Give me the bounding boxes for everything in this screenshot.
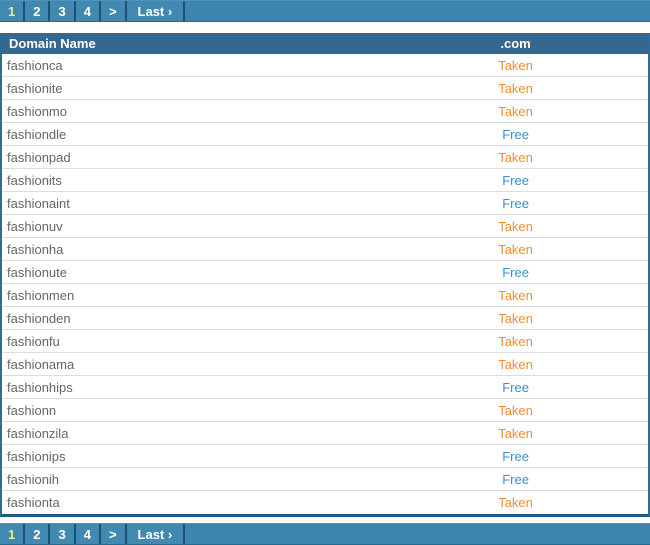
table-row: fashionih Free xyxy=(2,468,648,491)
page-button-2[interactable]: 2 xyxy=(25,524,51,544)
domain-name-cell: fashionta xyxy=(7,495,60,510)
table-row: fashionmo Taken xyxy=(2,100,648,123)
domain-name-cell: fashionuv xyxy=(7,218,63,234)
status-cell: Taken xyxy=(498,495,533,510)
current-page-indicator: 1 xyxy=(0,524,26,544)
domain-name-cell: fashionmen xyxy=(7,287,75,303)
table-row: fashionhips Free xyxy=(2,376,648,399)
status-cell: Taken xyxy=(498,103,533,119)
table-row: fashionfu Taken xyxy=(2,330,648,353)
status-cell[interactable]: Free xyxy=(383,449,648,464)
table-body: fashionca Taken fashionite Taken fashion… xyxy=(2,54,648,514)
current-page-indicator: 1 xyxy=(0,1,26,21)
domain-name-cell: fashionips xyxy=(7,448,66,464)
table-row: fashionca Taken xyxy=(2,54,648,77)
status-cell: Taken xyxy=(498,241,533,257)
table-row: fashionden Taken xyxy=(2,307,648,330)
table-row: fashionama Taken xyxy=(2,353,648,376)
table-row: fashionute Free xyxy=(2,261,648,284)
status-cell[interactable]: Free xyxy=(383,127,648,142)
status-cell: Taken xyxy=(498,402,533,418)
table-row: fashiondle Free xyxy=(2,123,648,146)
page-button-4[interactable]: 4 xyxy=(75,524,101,544)
domain-name-cell: fashionden xyxy=(7,310,71,326)
last-page-button[interactable]: Last › xyxy=(126,524,186,544)
pagination-filler xyxy=(185,1,650,21)
table-row: fashionn Taken xyxy=(2,399,648,422)
status-cell[interactable]: Free xyxy=(383,265,648,280)
domain-name-cell: fashionih xyxy=(7,471,60,487)
domain-name-cell: fashiondle xyxy=(7,126,67,142)
status-cell: Taken xyxy=(498,356,533,372)
status-cell[interactable]: Free xyxy=(383,196,648,211)
status-cell[interactable]: Free xyxy=(383,380,648,395)
table-row: fashionmen Taken xyxy=(2,284,648,307)
table-row: fashionta Taken xyxy=(2,491,648,514)
status-cell[interactable]: Free xyxy=(383,472,648,487)
table-row: fashionips Free xyxy=(2,445,648,468)
status-cell: Taken xyxy=(498,287,533,303)
column-header-domain-name: Domain Name xyxy=(9,36,96,51)
column-header-com: .com xyxy=(500,36,531,51)
table-row: fashionpad Taken xyxy=(2,146,648,169)
domain-name-cell: fashionhips xyxy=(7,379,73,395)
table-row: fashionuv Taken xyxy=(2,215,648,238)
domain-name-cell: fashionca xyxy=(7,57,63,73)
status-cell: Taken xyxy=(498,310,533,326)
pagination-filler xyxy=(185,524,650,544)
domain-name-cell: fashionpad xyxy=(7,149,71,165)
domain-name-cell: fashionha xyxy=(7,241,64,257)
domain-name-cell: fashionn xyxy=(7,402,57,418)
next-page-button[interactable]: > xyxy=(100,524,127,544)
status-cell: Taken xyxy=(498,149,533,165)
table-header: Domain Name .com xyxy=(2,33,648,54)
domain-name-cell: fashionute xyxy=(7,264,67,280)
page-button-2[interactable]: 2 xyxy=(25,1,51,21)
table-row: fashionits Free xyxy=(2,169,648,192)
status-cell: Taken xyxy=(498,333,533,349)
last-page-button[interactable]: Last › xyxy=(126,1,186,21)
page-button-3[interactable]: 3 xyxy=(50,524,76,544)
pagination-bottom: 1 2 3 4 > Last › xyxy=(0,523,650,545)
domain-name-cell: fashionite xyxy=(7,80,63,96)
status-cell: Taken xyxy=(498,218,533,234)
next-page-button[interactable]: > xyxy=(100,1,127,21)
domain-table: Domain Name .com fashionca Taken fashion… xyxy=(0,33,650,517)
table-row: fashionaint Free xyxy=(2,192,648,215)
domain-name-cell: fashionits xyxy=(7,172,62,188)
table-row: fashionite Taken xyxy=(2,77,648,100)
domain-name-cell: fashionmo xyxy=(7,103,67,119)
domain-name-cell: fashionfu xyxy=(7,333,60,349)
status-cell[interactable]: Free xyxy=(383,173,648,188)
pagination-top: 1 2 3 4 > Last › xyxy=(0,0,650,22)
table-row: fashionzila Taken xyxy=(2,422,648,445)
status-cell: Taken xyxy=(498,57,533,73)
table-row: fashionha Taken xyxy=(2,238,648,261)
page-button-4[interactable]: 4 xyxy=(75,1,101,21)
domain-name-cell: fashionzila xyxy=(7,425,69,441)
domain-name-cell: fashionaint xyxy=(7,195,70,211)
page-button-3[interactable]: 3 xyxy=(50,1,76,21)
status-cell: Taken xyxy=(498,425,533,441)
status-cell: Taken xyxy=(498,80,533,96)
domain-name-cell: fashionama xyxy=(7,356,75,372)
